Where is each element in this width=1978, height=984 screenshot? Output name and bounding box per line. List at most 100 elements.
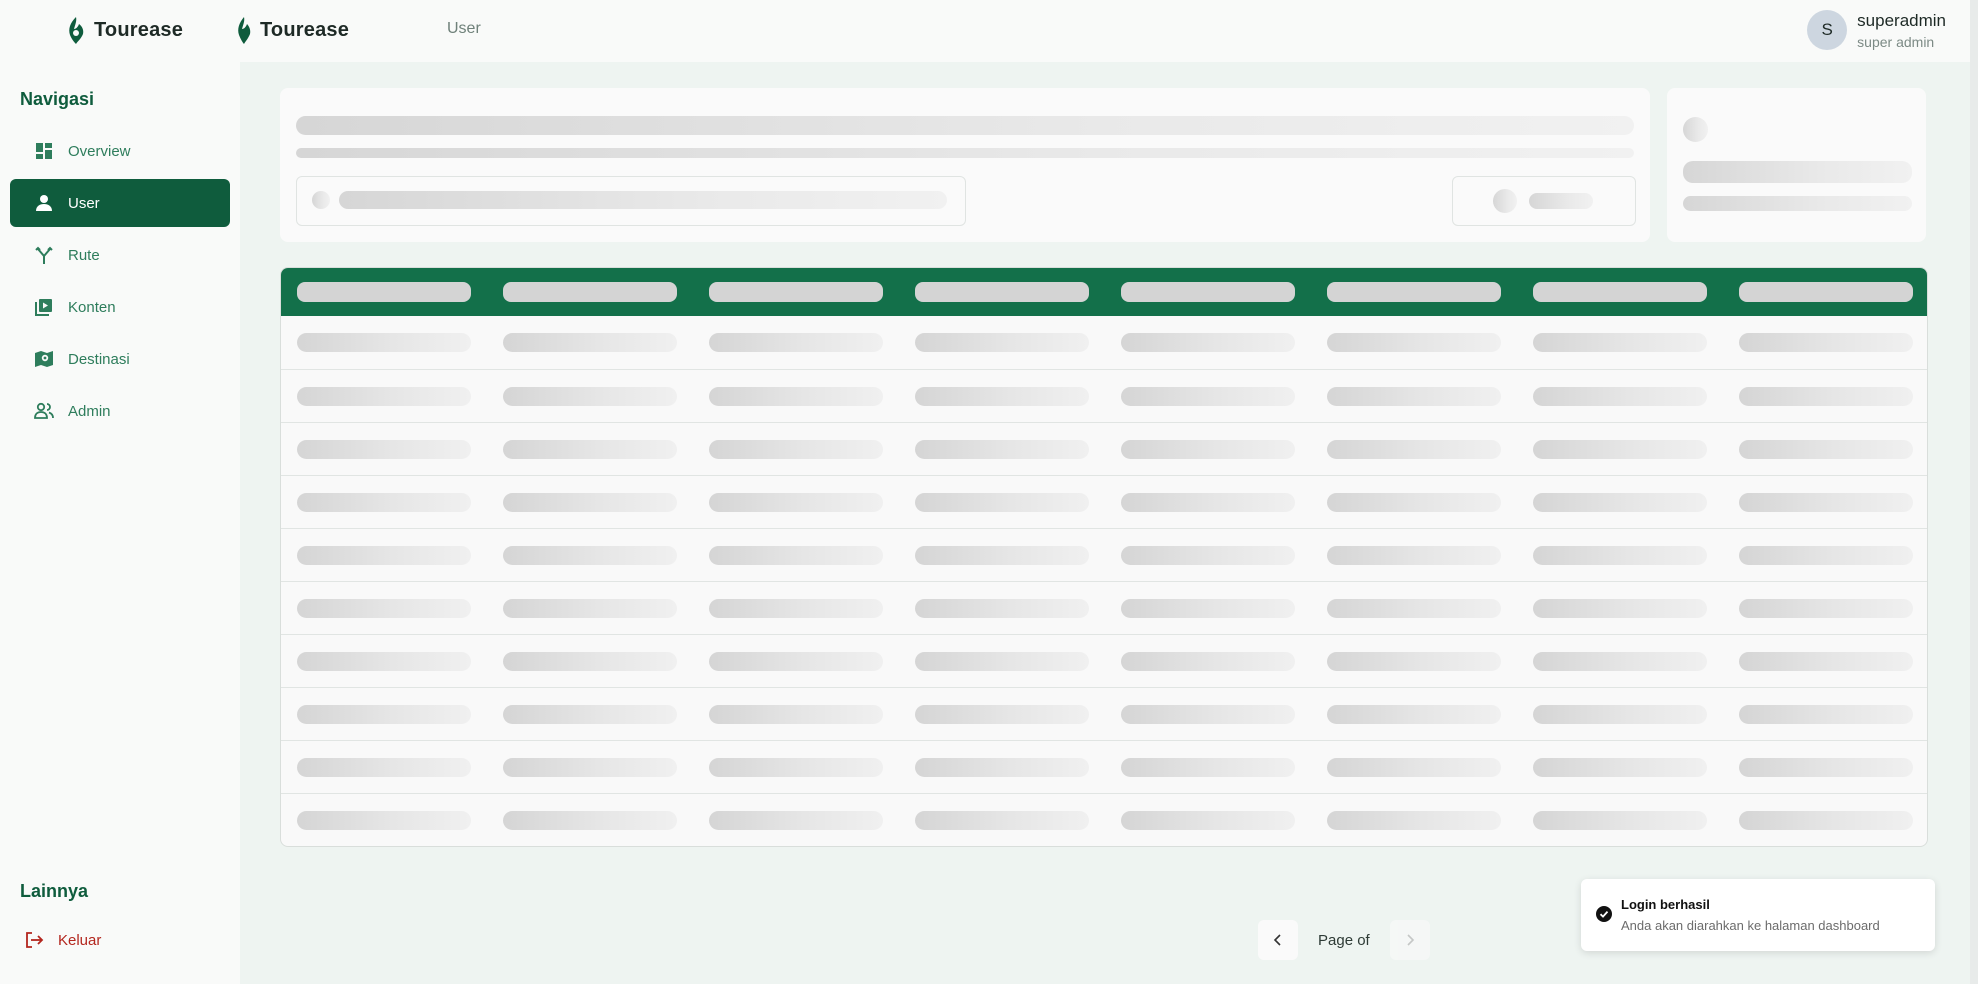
skeleton-table-cell [1121,811,1295,830]
skeleton-table-cell [297,652,471,671]
skeleton-table-cell [1121,705,1295,724]
skeleton-stat-label [1683,196,1912,211]
skeleton-table-cell [1327,599,1501,618]
skeleton-table-cell [1533,652,1707,671]
skeleton-table-cell [1327,387,1501,406]
skeleton-table-cell [915,440,1089,459]
user-table-skeleton [280,267,1928,847]
skeleton-table-cell [915,599,1089,618]
skeleton-icon [1493,189,1517,213]
top-header: Tourease Tourease User S superadmin supe… [0,0,1978,62]
avatar[interactable]: S [1807,10,1848,50]
skeleton-table-cell [1739,440,1913,459]
skeleton-table-cell [1327,811,1501,830]
logout-button[interactable]: Keluar [20,916,240,964]
sidebar-item-label: Overview [68,142,131,160]
skeleton-header-cell [297,282,471,302]
skeleton-table-cell [297,333,471,352]
skeleton-table-cell [1739,333,1913,352]
skeleton-table-cell [915,811,1089,830]
skeleton-input-text [339,191,947,209]
brand-name: Tourease [94,18,184,41]
map-pin-icon [35,351,53,367]
table-row-skeleton [281,687,1927,741]
sidebar-item-label: Admin [68,402,111,420]
brand-logo[interactable]: Tourease [66,12,183,48]
user-profile[interactable]: S superadmin super admin [1807,10,1946,50]
search-input-skeleton[interactable] [296,176,966,226]
skeleton-table-cell [709,440,883,459]
video-library-icon [35,299,52,316]
table-row-skeleton [281,740,1927,794]
next-page-button[interactable] [1389,920,1430,960]
sidebar: Navigasi Overview User Rute Konten Desti… [0,62,240,984]
skeleton-table-cell [503,599,677,618]
logout-label: Keluar [58,931,102,949]
header-card-skeleton [280,88,1650,242]
skeleton-icon [312,191,330,209]
brand-logo-secondary[interactable]: Tourease [236,12,349,48]
skeleton-table-cell [297,758,471,777]
toast-title: Login berhasil [1621,897,1710,912]
toast-notification[interactable]: Login berhasil Anda akan diarahkan ke ha… [1581,879,1935,951]
table-row-skeleton [281,475,1927,529]
sidebar-item-overview[interactable]: Overview [10,127,230,175]
skeleton-table-cell [503,705,677,724]
skeleton-table-cell [915,546,1089,565]
skeleton-table-cell [1739,811,1913,830]
sidebar-item-admin[interactable]: Admin [10,387,230,435]
other-section-title: Lainnya [20,881,89,901]
skeleton-table-cell [1533,811,1707,830]
skeleton-table-cell [1533,387,1707,406]
prev-page-button[interactable] [1258,920,1298,960]
skeleton-table-cell [503,440,677,459]
page-indicator: Page of [1318,931,1370,949]
table-row-skeleton [281,316,1927,369]
skeleton-table-cell [709,493,883,512]
skeleton-header-cell [1121,282,1295,302]
nav-section-title: Navigasi [20,89,95,109]
sidebar-item-rute[interactable]: Rute [10,231,230,279]
skeleton-table-cell [1739,387,1913,406]
skeleton-table-cell [1739,758,1913,777]
dashboard-icon [36,143,52,159]
skeleton-table-cell [709,811,883,830]
skeleton-table-cell [1533,599,1707,618]
skeleton-table-cell [1533,546,1707,565]
chevron-left-icon [1273,934,1281,946]
skeleton-table-cell [297,493,471,512]
sidebar-item-konten[interactable]: Konten [10,283,230,331]
table-row-skeleton [281,369,1927,423]
table-row-skeleton [281,422,1927,476]
table-row-skeleton [281,528,1927,582]
skeleton-table-cell [709,546,883,565]
skeleton-table-cell [503,811,677,830]
skeleton-header-cell [1533,282,1707,302]
skeleton-table-cell [1121,387,1295,406]
skeleton-subtitle-bar [296,148,1634,158]
action-button-skeleton[interactable] [1452,176,1636,226]
tourease-logo-icon [238,17,251,44]
user-name: superadmin [1857,10,1946,30]
skeleton-table-cell [915,493,1089,512]
skeleton-table-cell [1327,705,1501,724]
check-circle-icon [1596,906,1612,922]
breadcrumb[interactable]: User [447,20,481,38]
skeleton-table-cell [297,440,471,459]
logout-icon [26,932,44,948]
skeleton-table-cell [1533,440,1707,459]
route-fork-icon [35,246,53,264]
skeleton-header-cell [915,282,1089,302]
skeleton-table-cell [709,758,883,777]
sidebar-item-label: Rute [68,246,100,264]
table-row-skeleton [281,581,1927,635]
people-icon [34,402,54,419]
skeleton-table-cell [915,387,1089,406]
sidebar-item-destinasi[interactable]: Destinasi [10,335,230,383]
skeleton-table-cell [1533,333,1707,352]
skeleton-table-cell [503,652,677,671]
skeleton-table-cell [1327,652,1501,671]
sidebar-item-user[interactable]: User [10,179,230,227]
skeleton-table-cell [1121,333,1295,352]
page-scrollbar[interactable] [1970,0,1978,984]
